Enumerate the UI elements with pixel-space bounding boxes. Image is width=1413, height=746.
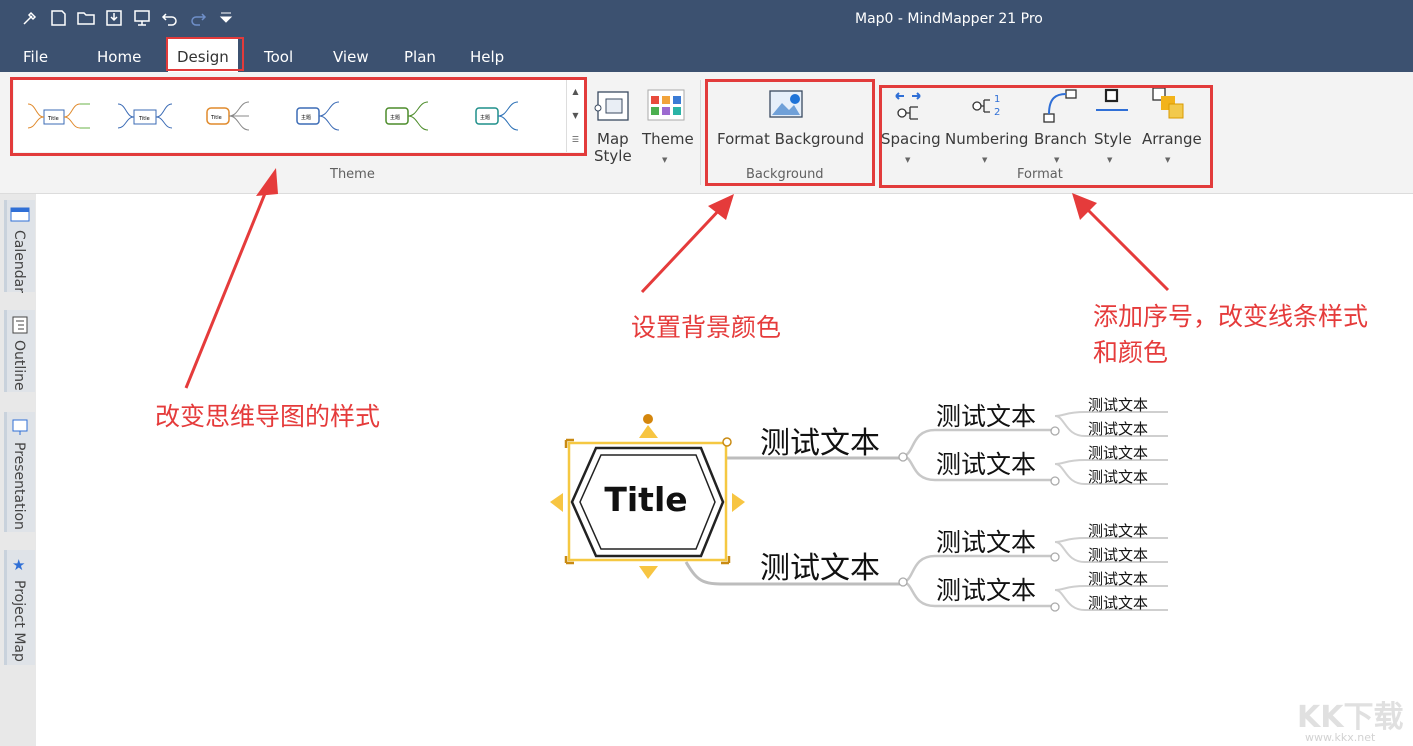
subtopic-3[interactable]: 测试文本 — [936, 523, 1036, 559]
central-topic-text: Title — [604, 480, 688, 519]
leaf-topic-7[interactable]: 测试文本 — [1088, 568, 1148, 589]
sub-collapse-1[interactable] — [1050, 426, 1060, 436]
leaf-topic-4[interactable]: 测试文本 — [1088, 466, 1148, 487]
leaf-topic-2[interactable]: 测试文本 — [1088, 418, 1148, 439]
branch-collapse-2[interactable] — [898, 577, 908, 587]
sub-collapse-3[interactable] — [1050, 552, 1060, 562]
main-topic-2[interactable]: 测试文本 — [760, 543, 880, 587]
leaf-topic-5[interactable]: 测试文本 — [1088, 520, 1148, 541]
subtopic-2[interactable]: 测试文本 — [936, 445, 1036, 481]
sub-collapse-4[interactable] — [1050, 602, 1060, 612]
main-topic-1[interactable]: 测试文本 — [760, 418, 880, 462]
sub-collapse-2[interactable] — [1050, 476, 1060, 486]
leaf-topic-6[interactable]: 测试文本 — [1088, 544, 1148, 565]
watermark-site: www.kkx.net — [1305, 731, 1376, 744]
leaf-topic-8[interactable]: 测试文本 — [1088, 592, 1148, 613]
leaf-topic-1[interactable]: 测试文本 — [1088, 394, 1148, 415]
subtopic-1[interactable]: 测试文本 — [936, 397, 1036, 433]
leaf-topic-3[interactable]: 测试文本 — [1088, 442, 1148, 463]
branch-collapse-1[interactable] — [898, 452, 908, 462]
watermark-logo: KK下载 — [1297, 700, 1404, 735]
mindmap-connectors — [550, 411, 1168, 612]
subtopic-4[interactable]: 测试文本 — [936, 571, 1036, 607]
